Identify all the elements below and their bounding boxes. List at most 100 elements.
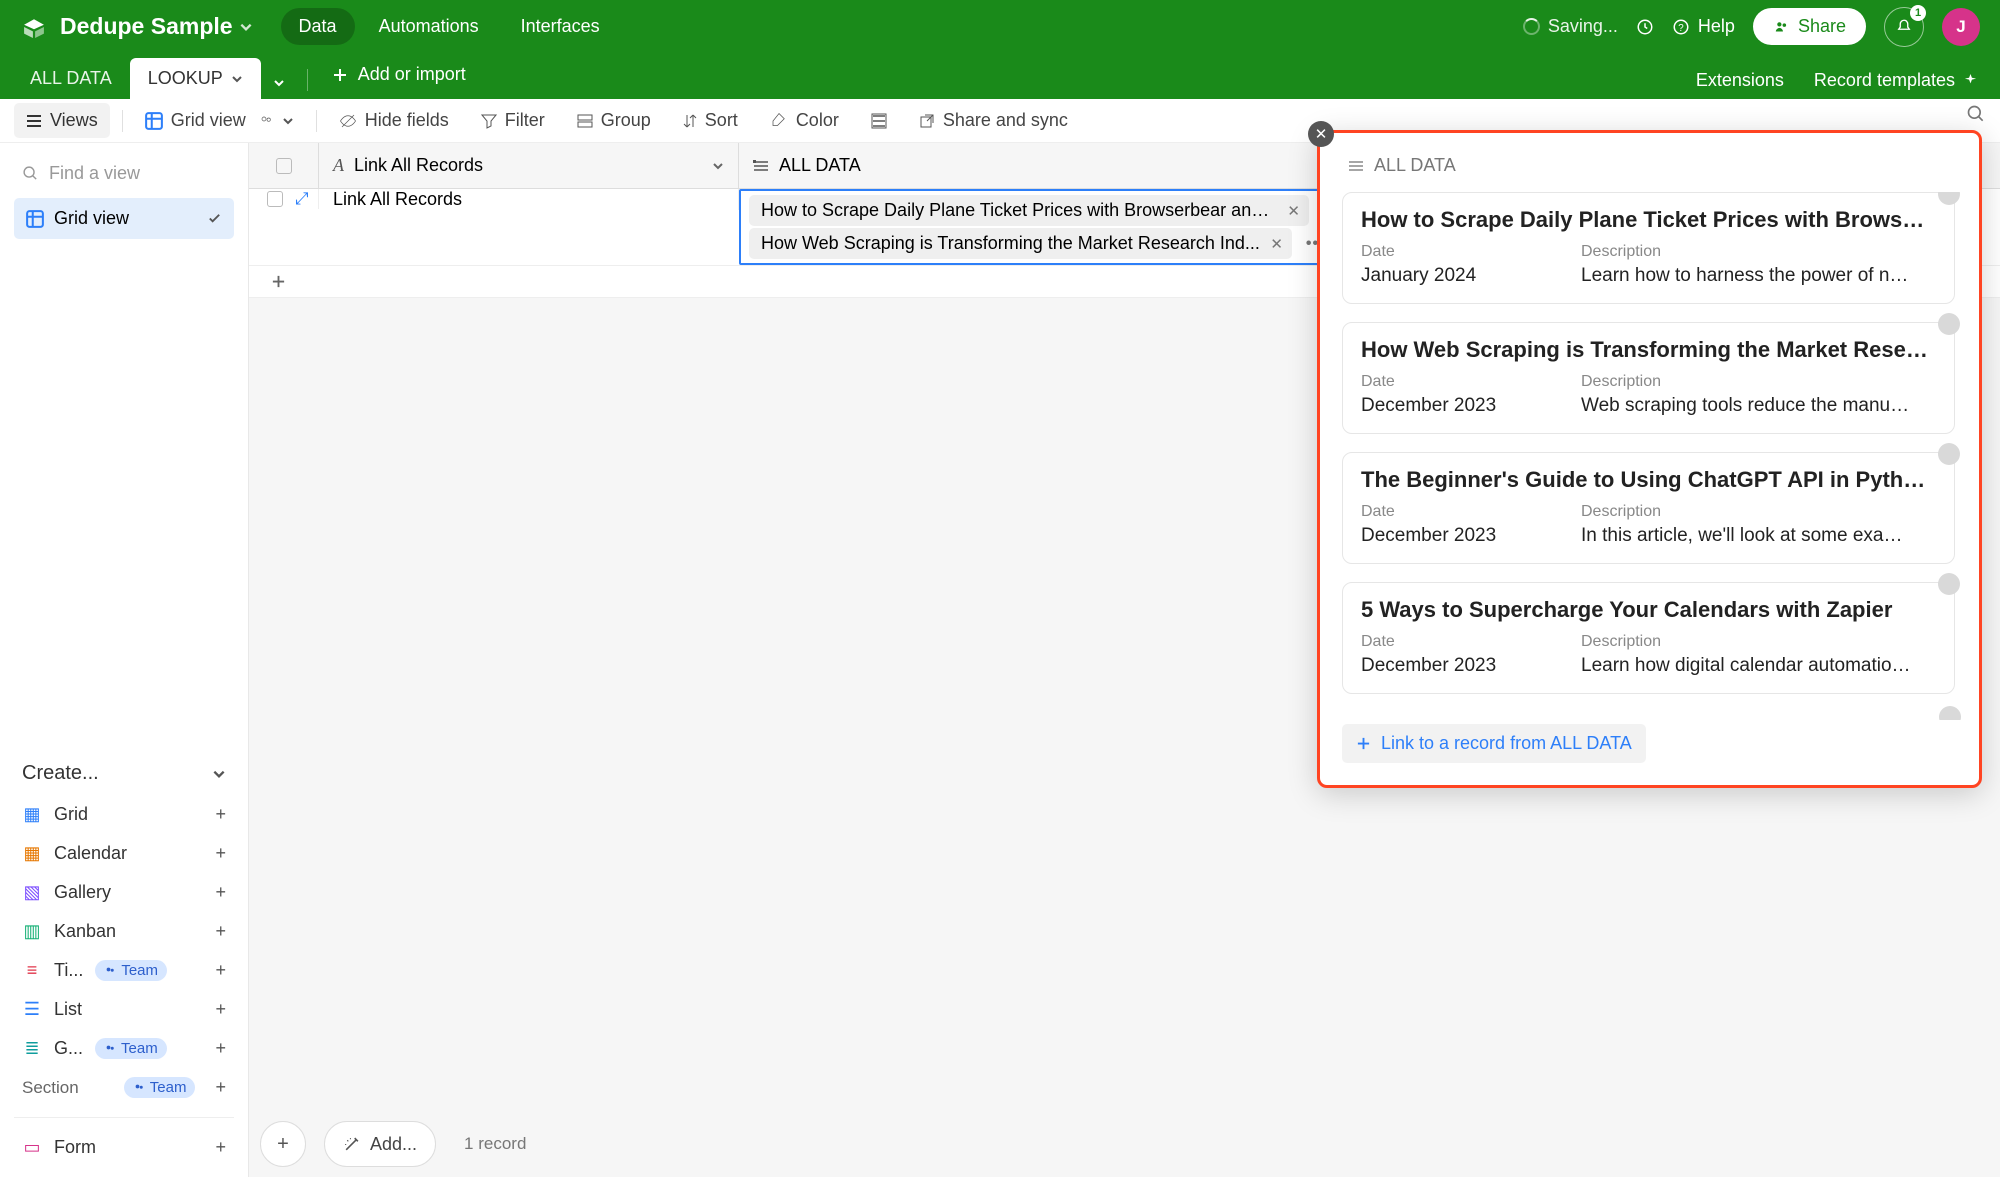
- view-item-grid-view[interactable]: Grid view: [14, 198, 234, 239]
- linked-record-chip[interactable]: How Web Scraping is Transforming the Mar…: [749, 228, 1292, 259]
- chip-label: How to Scrape Daily Plane Ticket Prices …: [761, 200, 1292, 220]
- create-gantt-view[interactable]: ≣G...Team+: [14, 1029, 234, 1068]
- card-field-value: Learn how to harness the power of no...: [1581, 265, 1911, 287]
- help-button[interactable]: ? Help: [1672, 16, 1735, 37]
- create-item-label: List: [54, 999, 82, 1020]
- add-record-button[interactable]: +: [260, 1121, 306, 1167]
- user-avatar[interactable]: J: [1942, 8, 1980, 46]
- remove-chip-icon[interactable]: ✕: [1287, 202, 1300, 220]
- create-grid-view[interactable]: ▦Grid+: [14, 795, 234, 834]
- add-with-ai-button[interactable]: Add...: [324, 1121, 436, 1167]
- share-button[interactable]: Share: [1753, 8, 1866, 45]
- linked-record-chip[interactable]: How to Scrape Daily Plane Ticket Prices …: [749, 195, 1309, 226]
- table-tab-menu-button[interactable]: [261, 67, 297, 99]
- extensions-button[interactable]: Extensions: [1696, 70, 1784, 91]
- base-name[interactable]: Dedupe Sample: [60, 13, 233, 40]
- nav-automations[interactable]: Automations: [361, 8, 497, 45]
- link-to-record-button[interactable]: Link to a record from ALL DATA: [1342, 724, 1646, 763]
- people-icon: [258, 113, 274, 129]
- table-tab-lookup[interactable]: LOOKUP: [130, 58, 261, 99]
- team-badge: Team: [95, 960, 167, 981]
- row-height-icon: [871, 113, 887, 129]
- card-field-label: Date: [1361, 373, 1541, 391]
- card-title: How Web Scraping is Transforming the Mar…: [1361, 337, 1936, 363]
- card-field-value: Web scraping tools reduce the manual...: [1581, 395, 1911, 417]
- linked-record-card[interactable]: How Web Scraping is Transforming the Mar…: [1342, 322, 1955, 434]
- timeline-icon: ≡: [22, 960, 42, 981]
- plus-icon: [1356, 736, 1371, 751]
- create-item-label: Gallery: [54, 882, 111, 903]
- unlink-record-button[interactable]: [1938, 573, 1960, 595]
- create-item-label: Calendar: [54, 843, 127, 864]
- create-list-view[interactable]: ☰List+: [14, 990, 234, 1029]
- sort-button[interactable]: Sort: [673, 104, 748, 137]
- create-gallery-view[interactable]: ▧Gallery+: [14, 873, 234, 912]
- create-item-label: Grid: [54, 804, 88, 825]
- hide-fields-button[interactable]: Hide fields: [329, 104, 459, 137]
- sort-icon: [683, 113, 697, 129]
- search-button[interactable]: [1966, 104, 1986, 124]
- gallery-icon: ▧: [22, 882, 42, 903]
- menu-icon: [26, 114, 42, 128]
- linked-record-card[interactable]: How to Scrape Daily Plane Ticket Prices …: [1342, 192, 1955, 304]
- create-kanban-view[interactable]: ▥Kanban+: [14, 912, 234, 951]
- check-icon: [207, 211, 222, 226]
- select-all-cell[interactable]: [249, 143, 319, 188]
- row-height-button[interactable]: [861, 107, 897, 135]
- card-field-label: Date: [1361, 243, 1541, 261]
- create-section[interactable]: SectionTeam+: [14, 1068, 234, 1107]
- create-section-toggle[interactable]: Create...: [14, 752, 234, 795]
- close-popover-button[interactable]: ✕: [1308, 121, 1334, 147]
- unlink-record-button[interactable]: [1938, 313, 1960, 335]
- color-button[interactable]: Color: [760, 104, 849, 137]
- chevron-down-icon: [282, 115, 294, 127]
- row-select-cell[interactable]: ⤢: [249, 189, 319, 209]
- create-item-label: Ti...: [54, 960, 83, 981]
- table-tab-lookup-label: LOOKUP: [148, 68, 223, 89]
- nav-interfaces[interactable]: Interfaces: [503, 8, 618, 45]
- unlink-record-button[interactable]: [1939, 706, 1961, 720]
- remove-chip-icon[interactable]: ✕: [1270, 235, 1283, 253]
- chevron-down-icon: [231, 73, 243, 85]
- record-templates-label: Record templates: [1814, 70, 1955, 91]
- find-view-input[interactable]: Find a view: [14, 153, 234, 194]
- create-timeline-view[interactable]: ≡Ti...Team+: [14, 951, 234, 990]
- add-or-import-button[interactable]: Add or import: [318, 54, 480, 95]
- unlink-record-button[interactable]: [1938, 192, 1960, 205]
- filter-button[interactable]: Filter: [471, 104, 555, 137]
- table-tab-all-data[interactable]: ALL DATA: [12, 58, 130, 99]
- create-form-view[interactable]: ▭Form+: [14, 1128, 234, 1167]
- cell-all-data-linked[interactable]: How to Scrape Daily Plane Ticket Prices …: [739, 189, 1344, 265]
- share-sync-button[interactable]: Share and sync: [909, 104, 1078, 137]
- unlink-record-button[interactable]: [1938, 443, 1960, 465]
- views-label: Views: [50, 110, 98, 131]
- group-button[interactable]: Group: [567, 104, 661, 137]
- expand-record-icon[interactable]: ⤢: [295, 189, 309, 209]
- sparkle-icon: [1963, 73, 1978, 88]
- linked-record-card[interactable]: The Beginner's Guide to Using ChatGPT AP…: [1342, 452, 1955, 564]
- card-field-label: Date: [1361, 633, 1541, 651]
- cell-link-all-records[interactable]: Link All Records: [319, 189, 739, 210]
- nav-data[interactable]: Data: [281, 8, 355, 45]
- create-item-label: Section: [22, 1078, 79, 1098]
- team-icon: [104, 965, 116, 977]
- share-label: Share: [1798, 16, 1846, 37]
- spinner-icon: [1523, 18, 1540, 35]
- airtable-logo-icon: [20, 16, 48, 38]
- notifications-button[interactable]: 1: [1884, 7, 1924, 47]
- column-header-label: Link All Records: [354, 155, 483, 176]
- grid-footer: + Add... 1 record: [260, 1121, 526, 1167]
- history-icon[interactable]: [1636, 18, 1654, 36]
- record-templates-button[interactable]: Record templates: [1814, 70, 1978, 91]
- column-header-link-all-records[interactable]: A Link All Records: [319, 143, 739, 188]
- create-calendar-view[interactable]: ▦Calendar+: [14, 834, 234, 873]
- chevron-down-icon[interactable]: [239, 20, 253, 34]
- current-view-button[interactable]: Grid view: [135, 104, 304, 137]
- team-icon: [104, 1043, 116, 1055]
- team-icon: [133, 1082, 145, 1094]
- filter-icon: [481, 113, 497, 129]
- linked-record-card[interactable]: 5 Ways to Supercharge Your Calendars wit…: [1342, 582, 1955, 694]
- hide-fields-label: Hide fields: [365, 110, 449, 131]
- card-field-label: Description: [1581, 243, 1911, 261]
- views-toggle-button[interactable]: Views: [14, 103, 110, 138]
